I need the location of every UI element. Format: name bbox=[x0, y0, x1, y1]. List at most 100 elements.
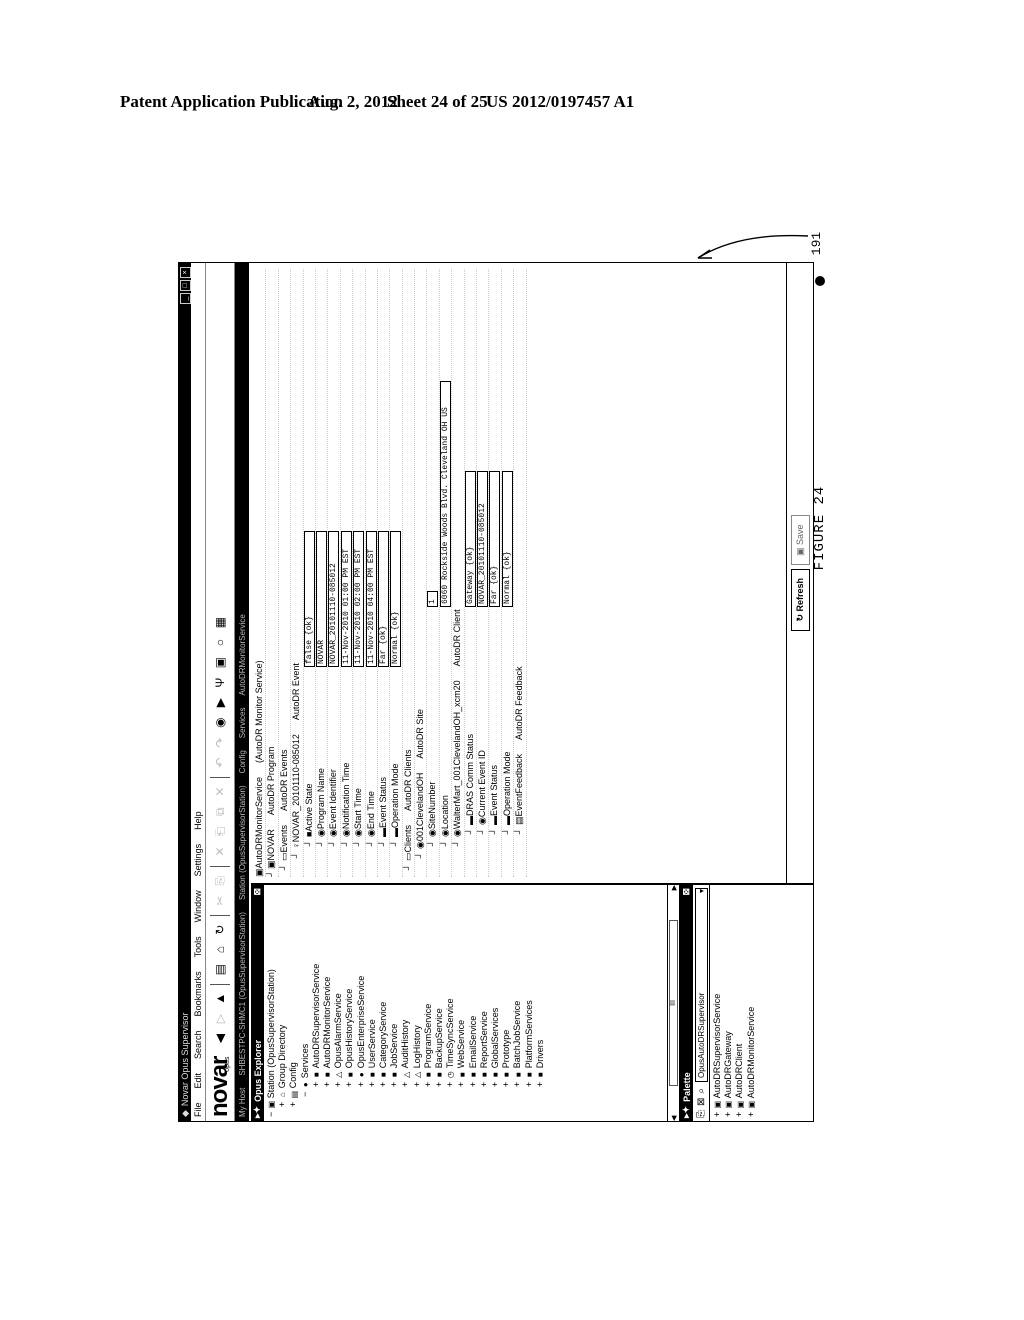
explorer-item[interactable]: + ■ PlatformServices bbox=[524, 889, 535, 1117]
tree-connector[interactable]: ┘ bbox=[440, 837, 451, 877]
menu-edit[interactable]: Edit bbox=[193, 1073, 203, 1089]
explorer-item[interactable]: + ■ ProgramService bbox=[423, 889, 434, 1117]
explorer-item[interactable]: + ■ JobService bbox=[389, 889, 400, 1117]
dropdown-arrow-icon[interactable]: ▾ bbox=[696, 889, 707, 893]
explorer-item[interactable]: + ■ AutoDRSupervisorService bbox=[311, 889, 322, 1117]
home-icon[interactable]: ⌂ bbox=[213, 943, 227, 957]
menu-file[interactable]: File bbox=[193, 1102, 203, 1117]
explorer-item[interactable]: + ■ AutoDRMonitorService bbox=[322, 889, 333, 1117]
expand-toggle-icon[interactable]: + bbox=[378, 1079, 388, 1087]
expand-toggle-icon[interactable]: + bbox=[434, 1079, 444, 1087]
link-icon[interactable]: Ψ bbox=[213, 676, 227, 690]
explorer-item[interactable]: + ● OpusEnterpriseService bbox=[356, 889, 367, 1117]
tree-connector[interactable]: ┘ bbox=[378, 837, 389, 877]
property-row[interactable]: ┘ ◉ Start Time 11-Nov-2010 02:00 PM EST bbox=[353, 269, 366, 877]
scroll-right-icon[interactable]: ▶ bbox=[670, 885, 678, 890]
target-icon[interactable]: ◉ bbox=[213, 716, 227, 730]
palette-item[interactable]: + ▣AutoDRSupervisorService bbox=[712, 889, 723, 1117]
tree-connector[interactable]: ┘ bbox=[366, 837, 377, 877]
explorer-item[interactable]: + △ LogHistory bbox=[412, 889, 423, 1117]
tree-connector[interactable]: ┘ bbox=[291, 849, 302, 877]
property-value-field[interactable]: NOVAR_20101110-085012 bbox=[477, 471, 489, 607]
save-button[interactable]: ▣ Save bbox=[790, 515, 810, 565]
play-icon[interactable]: ▶ bbox=[213, 696, 227, 710]
explorer-item[interactable]: + ■ WebService bbox=[456, 889, 467, 1117]
tree-connector[interactable]: ┘ bbox=[328, 837, 339, 877]
tree-connector[interactable]: ┘ bbox=[415, 849, 426, 877]
pane-close-icon[interactable]: ⊠ bbox=[252, 888, 263, 896]
explorer-scrollbar[interactable]: ◀ III ▶ bbox=[667, 885, 679, 1121]
back-icon[interactable]: ◀ bbox=[213, 1032, 227, 1046]
expand-toggle-icon[interactable]: + bbox=[356, 1079, 366, 1087]
explorer-item[interactable]: − ● Services bbox=[300, 889, 311, 1117]
cut-icon[interactable]: ✂ bbox=[213, 894, 227, 908]
property-row[interactable]: ┘ ▤ EventFeedback AutoDR Feedback bbox=[514, 269, 527, 877]
remove-icon[interactable]: ✕ bbox=[213, 785, 227, 799]
property-row[interactable]: ┘ ◉ Event Identifier NOVAR_20101110-085012 bbox=[328, 269, 341, 877]
expand-toggle-icon[interactable]: + bbox=[445, 1079, 455, 1087]
menu-help[interactable]: Help bbox=[193, 811, 203, 830]
palette-item[interactable]: + ▣AutoDRMonitorService bbox=[746, 889, 757, 1117]
property-row[interactable]: ┘ ▬ Operation Mode Normal {ok} bbox=[501, 269, 515, 877]
property-value-field[interactable]: Normal {ok} bbox=[390, 531, 402, 667]
expand-toggle-icon[interactable]: + bbox=[734, 1109, 744, 1117]
explorer-item[interactable]: − ▣Station (OpusSupervisorStation) bbox=[266, 889, 277, 1117]
tree-connector[interactable]: ┘ bbox=[502, 825, 513, 877]
redo-icon[interactable]: ↷ bbox=[213, 736, 227, 750]
property-row[interactable]: ┘ ♀ NOVAR_20101110-085012 AutoDR Event bbox=[291, 269, 304, 877]
expand-toggle-icon[interactable]: + bbox=[746, 1109, 756, 1117]
property-row[interactable]: ┘ ▬ DRAS Comm Status Gateway {ok} bbox=[464, 269, 478, 877]
property-value-field[interactable]: NOVAR bbox=[315, 531, 327, 667]
menu-search[interactable]: Search bbox=[193, 1030, 203, 1059]
property-value-field[interactable]: false {ok} bbox=[303, 531, 315, 667]
explorer-item[interactable]: + ▤Config bbox=[288, 889, 299, 1117]
tree-connector[interactable]: ┘ bbox=[477, 825, 488, 877]
explorer-item[interactable]: + ■ UserService bbox=[367, 889, 378, 1117]
breadcrumb-host[interactable]: SHBESTPC-SHMC1 (OpusSupervisorStation) bbox=[238, 912, 247, 1076]
expand-toggle-icon[interactable]: + bbox=[501, 1079, 511, 1087]
palette-select[interactable]: OpusAutoDRSupervisor ▾ bbox=[694, 888, 708, 1082]
property-row[interactable]: ┘ ■ Active State false {ok} bbox=[303, 269, 316, 877]
expand-toggle-icon[interactable]: + bbox=[400, 1079, 410, 1087]
property-value-field[interactable]: 1 bbox=[427, 591, 439, 607]
pane-close-icon[interactable]: ⊠ bbox=[681, 888, 692, 896]
menu-bookmarks[interactable]: Bookmarks bbox=[193, 971, 203, 1016]
property-row[interactable]: ┘ ◉ Notification Time 11-Nov-2010 01:00 PM… bbox=[340, 269, 354, 877]
explorer-item[interactable]: + ■ Drivers bbox=[535, 889, 546, 1117]
property-value-field[interactable]: 11-Nov-2010 02:00 PM EST bbox=[353, 531, 365, 667]
property-row[interactable]: ┘ ▣ NOVAR AutoDR Program bbox=[266, 269, 279, 877]
menu-settings[interactable]: Settings bbox=[193, 844, 203, 877]
list-view-icon[interactable]: ▤ bbox=[213, 963, 227, 977]
property-row[interactable]: ┘ ◉ 001ClevelandOH AutoDR Site bbox=[415, 269, 428, 877]
tree-connector[interactable]: ┘ bbox=[266, 869, 277, 877]
tree-connector[interactable]: ┘ bbox=[279, 861, 290, 877]
property-value-field[interactable]: 11-Nov-2010 01:00 PM EST bbox=[340, 531, 352, 667]
property-row[interactable]: ┘ ◉ Location 6060 Rockside Woods Blvd. Cle… bbox=[439, 269, 453, 877]
explorer-item[interactable]: + ■ EmailService bbox=[468, 889, 479, 1117]
expand-toggle-icon[interactable]: + bbox=[322, 1079, 332, 1087]
scroll-thumb[interactable]: III bbox=[669, 920, 678, 1086]
explorer-item[interactable]: + ■ OpusHistoryService bbox=[344, 889, 355, 1117]
explorer-item[interactable]: + ⌂ Group Directory bbox=[277, 889, 288, 1117]
explorer-item[interactable]: + ■ CategoryService bbox=[378, 889, 389, 1117]
explorer-item[interactable]: + △ OpusAlarmService bbox=[333, 889, 344, 1117]
tree-connector[interactable]: ┘ bbox=[465, 825, 476, 877]
close-button[interactable]: × bbox=[179, 267, 191, 278]
expand-toggle-icon[interactable]: + bbox=[412, 1079, 422, 1087]
property-row[interactable]: ┘ ▬ Operation Mode Normal {ok} bbox=[390, 269, 403, 877]
close-palette-icon[interactable]: ⊠ bbox=[696, 1098, 707, 1106]
menu-tools[interactable]: Tools bbox=[193, 936, 203, 957]
expand-toggle-icon[interactable]: + bbox=[468, 1079, 478, 1087]
property-row[interactable]: ┘ ◉ Current Event ID NOVAR_20101110-085012 bbox=[477, 269, 490, 877]
save-icon[interactable]: ▣ bbox=[213, 656, 227, 670]
expand-toggle-icon[interactable]: + bbox=[712, 1109, 722, 1117]
expand-toggle-icon[interactable]: + bbox=[490, 1079, 500, 1087]
expand-toggle-icon[interactable]: + bbox=[524, 1079, 534, 1087]
property-row[interactable]: ┘ ▬ Event Status Far {ok} bbox=[377, 269, 391, 877]
property-row[interactable]: ┘ ◉ WalterMart_001ClevelandOH_xcm20 AutoDR… bbox=[452, 269, 465, 877]
circle-icon[interactable]: ○ bbox=[213, 636, 227, 650]
property-row[interactable]: ┘ ◉ End Time 11-Nov-2010 04:00 PM EST bbox=[365, 269, 378, 877]
explorer-item[interactable]: + ■ GlobalServices bbox=[490, 889, 501, 1117]
property-value-field[interactable]: 11-Nov-2010 04:00 PM EST bbox=[365, 531, 377, 667]
breadcrumb-station[interactable]: Station (OpusSupervisorStation) bbox=[238, 785, 247, 900]
